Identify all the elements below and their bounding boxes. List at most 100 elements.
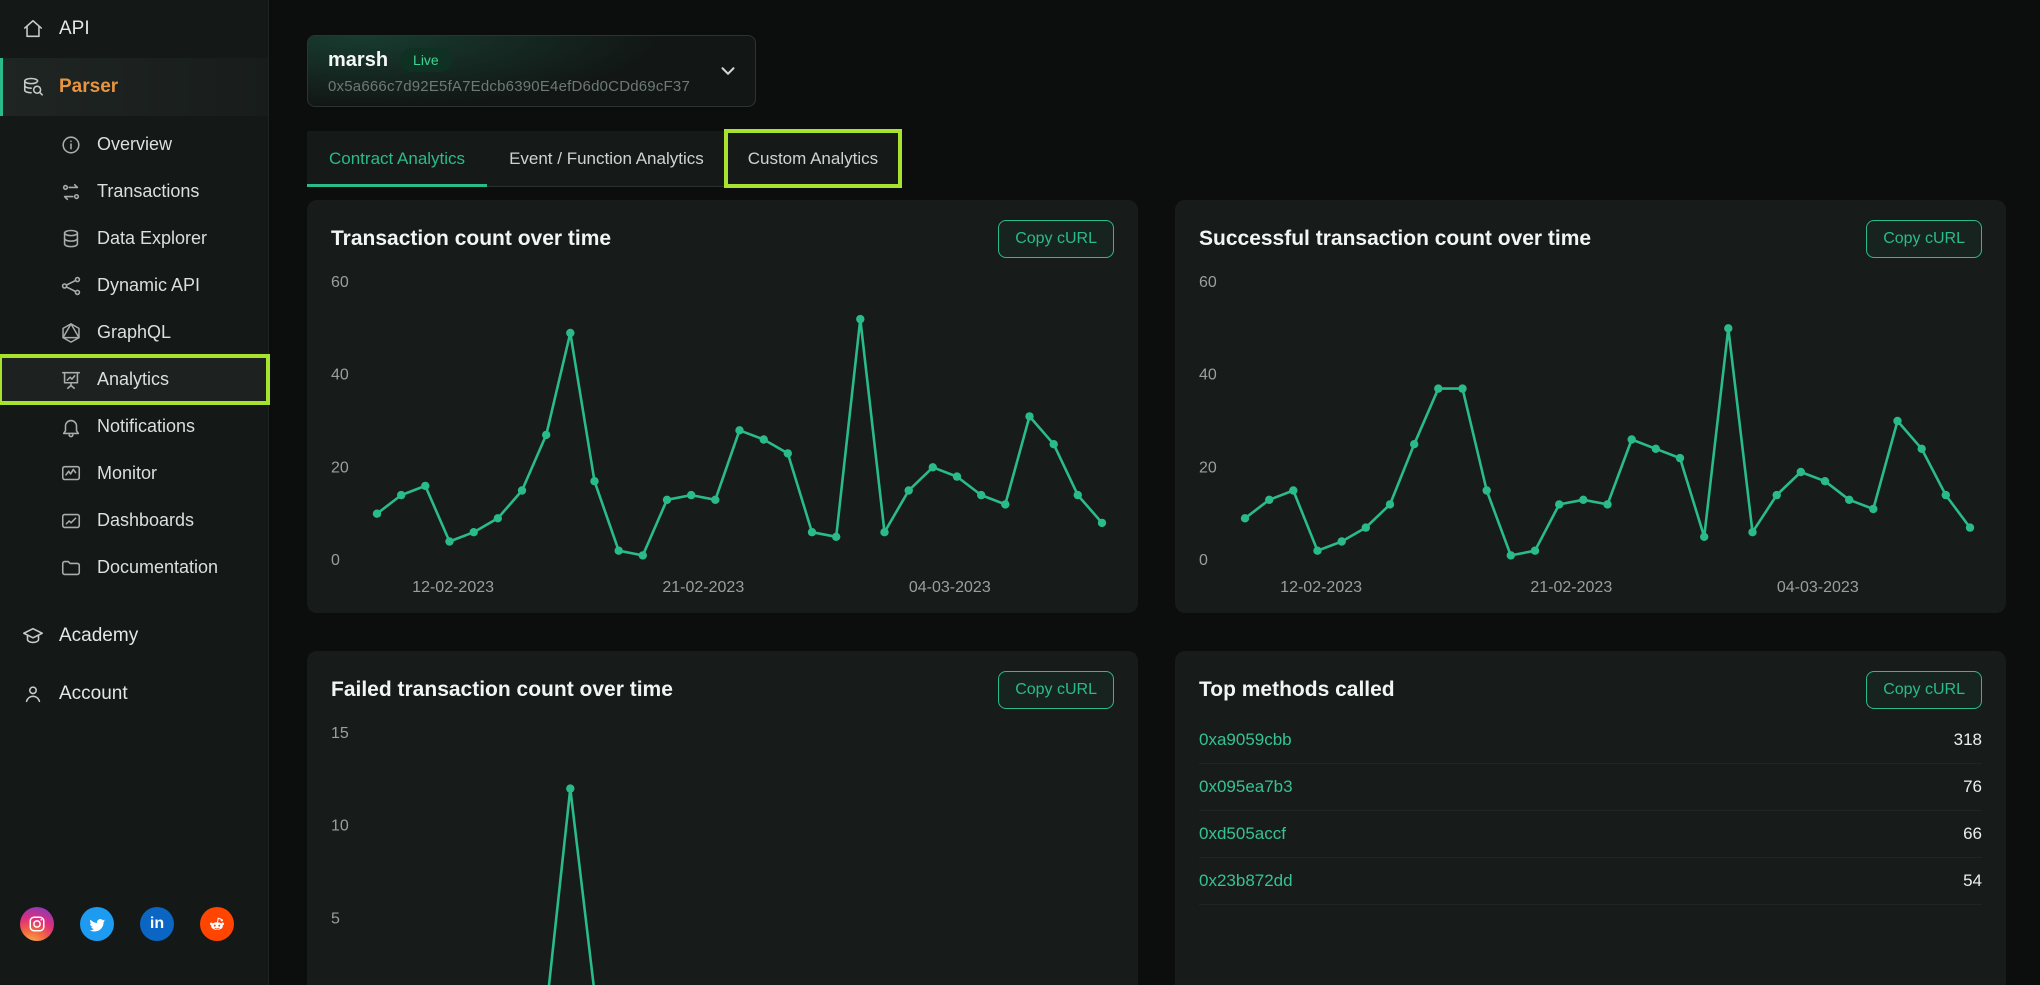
method-row: 0xa9059cbb 318 [1199, 717, 1982, 764]
top-methods-list: 0xa9059cbb 318 0x095ea7b3 76 0xd505accf … [1199, 717, 1982, 905]
sidebar-item-parser[interactable]: Parser [0, 58, 268, 116]
instagram-icon[interactable] [20, 907, 54, 941]
analytics-tab-bar: Contract Analytics Event / Function Anal… [307, 129, 903, 188]
card-title: Top methods called [1199, 678, 1395, 701]
sidebar-item-label: Overview [97, 134, 173, 154]
live-status-badge: Live [400, 48, 452, 72]
user-icon [22, 683, 44, 705]
sidebar-item-account[interactable]: Account [0, 665, 268, 723]
sidebar-item-label: Notifications [97, 416, 196, 436]
card-top-methods: Top methods called Copy cURL 0xa9059cbb … [1175, 651, 2006, 985]
svg-text:10: 10 [331, 818, 349, 835]
bell-icon [60, 416, 82, 438]
sidebar-parser-submenu: Overview Transactions Data Explorer Dyna… [0, 116, 270, 591]
sidebar-item-overview[interactable]: Overview [0, 121, 268, 168]
sidebar-item-label: Transactions [97, 181, 200, 201]
home-icon [22, 18, 44, 40]
sidebar-item-transactions[interactable]: Transactions [0, 168, 268, 215]
nodes-icon [60, 275, 82, 297]
svg-text:40: 40 [1199, 367, 1217, 384]
sidebar-item-label: GraphQL [97, 322, 172, 342]
sidebar-item-dashboards[interactable]: Dashboards [0, 497, 268, 544]
sidebar-item-api[interactable]: API [0, 0, 268, 58]
svg-text:60: 60 [1199, 274, 1217, 291]
reddit-icon[interactable] [200, 907, 234, 941]
sidebar-item-monitor[interactable]: Monitor [0, 450, 268, 497]
svg-text:0: 0 [1199, 552, 1208, 569]
sidebar-item-label: Account [59, 683, 128, 704]
method-count: 76 [1963, 777, 1982, 796]
sidebar-item-notifications[interactable]: Notifications [0, 403, 268, 450]
sidebar-item-label: Academy [59, 625, 139, 646]
sidebar-item-graphql[interactable]: GraphQL [0, 309, 268, 356]
twitter-icon[interactable] [80, 907, 114, 941]
sidebar-item-label: Dynamic API [97, 275, 201, 295]
card-title: Failed transaction count over time [331, 678, 673, 701]
copy-curl-button[interactable]: Copy cURL [1866, 671, 1982, 709]
sidebar-bottom-section: Academy Account [0, 607, 268, 723]
copy-curl-button[interactable]: Copy cURL [1866, 220, 1982, 258]
method-row: 0x095ea7b3 76 [1199, 764, 1982, 811]
tab-custom-analytics[interactable]: Custom Analytics [723, 129, 903, 188]
info-icon [60, 134, 82, 156]
sidebar-item-academy[interactable]: Academy [0, 607, 268, 665]
svg-text:15: 15 [331, 725, 349, 742]
contract-address: 0x5a666c7d92E5fA7Edcb6390E4efD6d0CDd69cF… [328, 78, 690, 95]
copy-curl-button[interactable]: Copy cURL [998, 220, 1114, 258]
method-hash-link[interactable]: 0x23b872dd [1199, 871, 1293, 891]
sidebar-item-dynamic-api[interactable]: Dynamic API [0, 262, 268, 309]
linkedin-icon[interactable]: in [140, 907, 174, 941]
svg-text:20: 20 [331, 459, 349, 476]
sidebar-item-label: API [59, 18, 90, 39]
method-row: 0xd505accf 66 [1199, 811, 1982, 858]
tab-contract-analytics[interactable]: Contract Analytics [307, 131, 488, 187]
svg-text:20: 20 [1199, 459, 1217, 476]
folder-icon [60, 557, 82, 579]
graphql-icon [60, 322, 82, 344]
sidebar: API Parser Overview Transactions Data Ex… [0, 0, 270, 985]
analytics-cards-grid: Transaction count over time Copy cURL 0 2… [307, 200, 2006, 985]
successful-transaction-count-chart: 0 20 40 60 12-02-2023 21-02-2023 04-03-2023 [1199, 268, 1982, 598]
social-links: in [20, 907, 234, 941]
svg-text:04-03-2023: 04-03-2023 [1777, 579, 1859, 596]
sidebar-item-label: Analytics [97, 369, 170, 389]
sidebar-item-analytics[interactable]: Analytics [0, 354, 270, 405]
transaction-count-chart: 0 20 40 60 12-02-2023 21-02-2023 04-03-2023 [331, 268, 1114, 598]
monitor-icon [60, 463, 82, 485]
method-hash-link[interactable]: 0xd505accf [1199, 824, 1286, 844]
method-count: 66 [1963, 824, 1982, 843]
card-transaction-count: Transaction count over time Copy cURL 0 2… [307, 200, 1138, 613]
card-title: Successful transaction count over time [1199, 227, 1592, 250]
project-name: marsh [328, 48, 389, 71]
method-hash-link[interactable]: 0x095ea7b3 [1199, 777, 1293, 797]
method-row: 0x23b872dd 54 [1199, 858, 1982, 905]
failed-transaction-count-chart: 05101512-02-202321-02-202304-03-2023 [331, 719, 1114, 985]
transactions-icon [60, 181, 82, 203]
graduation-cap-icon [22, 625, 44, 647]
svg-text:40: 40 [331, 367, 349, 384]
svg-text:5: 5 [331, 910, 340, 927]
svg-text:21-02-2023: 21-02-2023 [1530, 579, 1612, 596]
sidebar-item-label: Dashboards [97, 510, 195, 530]
card-title: Transaction count over time [331, 227, 612, 250]
sidebar-item-documentation[interactable]: Documentation [0, 544, 268, 591]
svg-text:0: 0 [331, 552, 340, 569]
svg-text:60: 60 [331, 274, 349, 291]
parser-icon [22, 76, 44, 98]
main-content: marsh Live 0x5a666c7d92E5fA7Edcb6390E4ef… [270, 0, 2040, 985]
chevron-down-icon [717, 60, 739, 82]
database-icon [60, 228, 82, 250]
method-count: 318 [1953, 730, 1982, 749]
sidebar-item-data-explorer[interactable]: Data Explorer [0, 215, 268, 262]
svg-text:12-02-2023: 12-02-2023 [412, 579, 494, 596]
sidebar-item-label: Data Explorer [97, 228, 208, 248]
copy-curl-button[interactable]: Copy cURL [998, 671, 1114, 709]
method-hash-link[interactable]: 0xa9059cbb [1199, 730, 1292, 750]
sidebar-item-label: Documentation [97, 557, 219, 577]
sidebar-item-label: Parser [59, 76, 119, 97]
project-selector-dropdown[interactable]: marsh Live 0x5a666c7d92E5fA7Edcb6390E4ef… [307, 35, 756, 107]
svg-text:21-02-2023: 21-02-2023 [662, 579, 744, 596]
svg-text:12-02-2023: 12-02-2023 [1280, 579, 1362, 596]
tab-event-function-analytics[interactable]: Event / Function Analytics [487, 131, 726, 186]
dashboard-icon [60, 510, 82, 532]
